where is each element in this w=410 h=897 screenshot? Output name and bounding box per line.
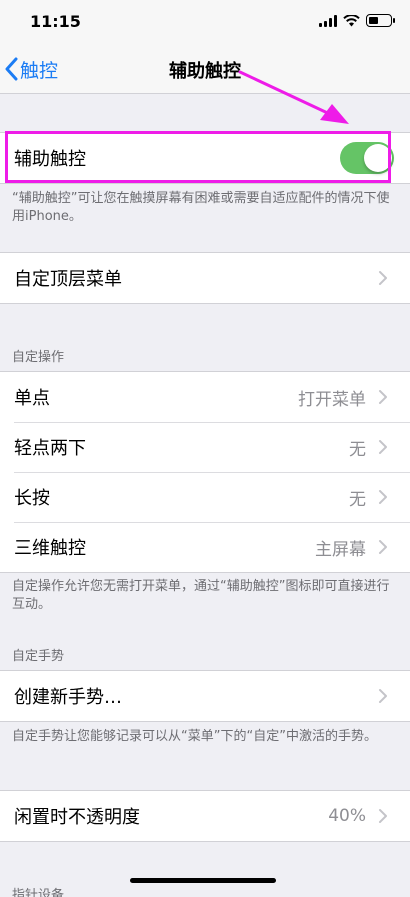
pointer-devices-header: 指针设备: [12, 888, 65, 897]
top-menu-row[interactable]: 自定顶层菜单: [0, 253, 410, 303]
action-row-3d-touch[interactable]: 三维触控 主屏幕: [0, 522, 410, 572]
custom-actions-footer: 自定操作允许您无需打开菜单，通过“辅助触控”图标即可直接进行互动。: [12, 579, 390, 612]
status-bar: 11:15: [0, 0, 410, 44]
action-label: 轻点两下: [14, 438, 86, 459]
assistive-touch-label: 辅助触控: [14, 149, 86, 170]
battery-icon: [366, 14, 395, 27]
custom-gestures-section: 创建新手势…: [0, 670, 410, 722]
chevron-right-icon: [379, 809, 387, 823]
custom-gestures-header: 自定手势: [12, 649, 65, 664]
top-menu-section: 自定顶层菜单: [0, 252, 410, 304]
signal-icon: [319, 14, 337, 27]
assistive-touch-section: 辅助触控: [0, 132, 410, 184]
nav-bar: 触控 辅助触控: [0, 44, 410, 94]
battery-fill: [369, 17, 378, 24]
idle-opacity-section: 闲置时不透明度 40%: [0, 790, 410, 842]
top-menu-label: 自定顶层菜单: [14, 269, 122, 290]
assistive-touch-footer: “辅助触控”可让您在触摸屏幕有困难或需要自适应配件的情况下使用iPhone。: [12, 191, 390, 224]
action-value: 无: [349, 489, 366, 510]
status-time: 11:15: [30, 12, 81, 31]
assistive-touch-row: 辅助触控: [0, 133, 410, 183]
toggle-knob: [364, 144, 392, 172]
idle-opacity-value: 40%: [328, 806, 366, 826]
custom-actions-header: 自定操作: [12, 350, 65, 365]
assistive-touch-toggle[interactable]: [340, 142, 394, 174]
action-row-long-press[interactable]: 长按 无: [0, 472, 410, 522]
create-gesture-label: 创建新手势…: [14, 687, 122, 708]
action-label: 三维触控: [14, 538, 86, 559]
action-value: 打开菜单: [298, 389, 366, 410]
action-value: 主屏幕: [315, 539, 366, 560]
status-icons: [319, 14, 395, 27]
chevron-right-icon: [379, 271, 387, 285]
chevron-right-icon: [379, 490, 387, 504]
action-label: 长按: [14, 488, 50, 509]
action-row-double-tap[interactable]: 轻点两下 无: [0, 422, 410, 472]
idle-opacity-label: 闲置时不透明度: [14, 807, 140, 828]
action-row-single-tap[interactable]: 单点 打开菜单: [0, 372, 410, 422]
create-gesture-row[interactable]: 创建新手势…: [0, 671, 410, 721]
custom-gestures-footer: 自定手势让您能够记录可以从“菜单”下的“自定”中激活的手势。: [12, 729, 377, 744]
chevron-right-icon: [379, 540, 387, 554]
chevron-right-icon: [379, 390, 387, 404]
custom-actions-section: 单点 打开菜单 轻点两下 无 长按 无 三维触控 主屏幕: [0, 371, 410, 573]
home-indicator[interactable]: [130, 878, 276, 883]
idle-opacity-row[interactable]: 闲置时不透明度 40%: [0, 791, 410, 841]
action-label: 单点: [14, 388, 50, 409]
action-value: 无: [349, 439, 366, 460]
wifi-icon: [343, 14, 360, 26]
chevron-right-icon: [379, 689, 387, 703]
chevron-right-icon: [379, 440, 387, 454]
page-title: 辅助触控: [169, 61, 241, 82]
